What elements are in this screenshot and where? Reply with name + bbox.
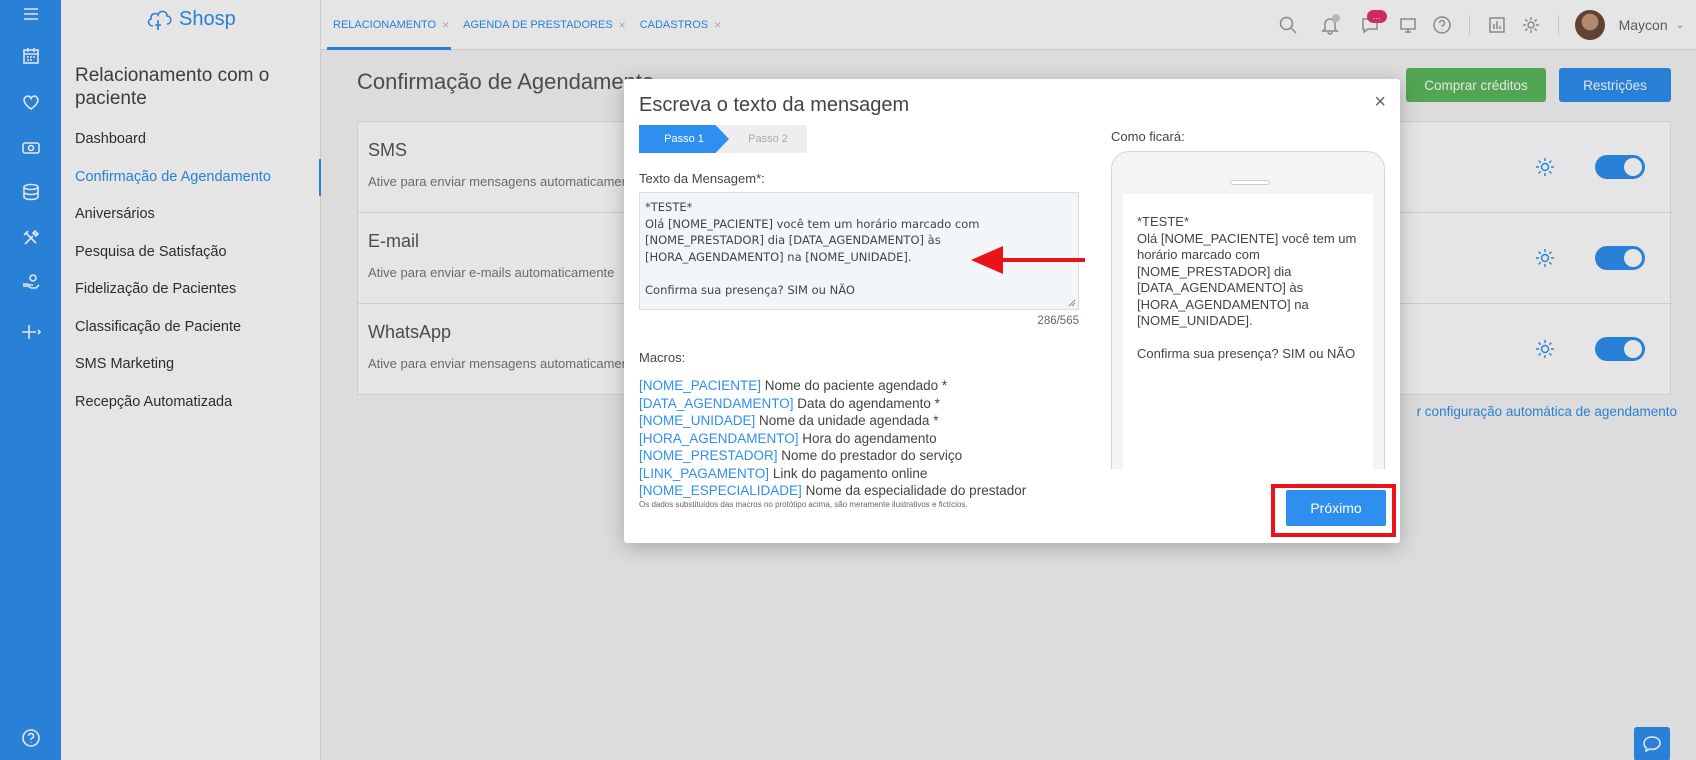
macro-item: [NOME_PACIENTE] Nome do paciente agendad… [639, 377, 1026, 395]
character-counter: 286/565 [1037, 315, 1079, 327]
macro-key[interactable]: [LINK_PAGAMENTO] [639, 466, 769, 481]
macro-desc: Link do pagamento online [772, 465, 928, 481]
macro-desc: Nome da especialidade do prestador [805, 483, 1027, 498]
macro-desc: Hora do agendamento [802, 430, 937, 446]
macro-desc: Nome da unidade agendada * [759, 413, 939, 428]
close-icon[interactable]: × [1374, 91, 1386, 114]
macro-item: [LINK_PAGAMENTO] Link do pagamento onlin… [639, 465, 1026, 483]
macro-desc: Nome do paciente agendado * [764, 378, 948, 393]
macro-desc: Data do agendamento * [797, 395, 940, 411]
macro-item: [DATA_AGENDAMENTO] Data do agendamento * [639, 395, 1026, 413]
macro-item: [HORA_AGENDAMENTO] Hora do agendamento [639, 430, 1026, 448]
macro-key[interactable]: [NOME_PRESTADOR] [639, 448, 778, 463]
message-label: Texto da Mensagem*: [639, 171, 765, 186]
modal-title: Escreva o texto da mensagem [639, 94, 910, 116]
preview-label: Como ficará: [1111, 129, 1185, 144]
macro-key[interactable]: [NOME_PACIENTE] [639, 378, 761, 393]
macros-label: Macros: [639, 350, 686, 365]
step-2[interactable]: Passo 2 [717, 125, 807, 153]
macros-list: [NOME_PACIENTE] Nome do paciente agendad… [639, 377, 1026, 500]
phone-preview: *TESTE* Olá [NOME_PACIENTE] você tem um … [1111, 151, 1385, 469]
highlight-box [1271, 484, 1396, 537]
preview-text: *TESTE* Olá [NOME_PACIENTE] você tem um … [1123, 194, 1373, 469]
message-modal: Escreva o texto da mensagem × Passo 1 Pa… [624, 79, 1400, 543]
step-indicator: Passo 1 Passo 2 [639, 125, 807, 153]
macro-item: [NOME_ESPECIALIDADE] Nome da especialida… [639, 482, 1026, 500]
macro-key[interactable]: [NOME_UNIDADE] [639, 413, 755, 428]
macro-key[interactable]: [NOME_ESPECIALIDADE] [639, 483, 802, 498]
macro-key[interactable]: [HORA_AGENDAMENTO] [639, 431, 799, 446]
macros-footnote: Os dados substituídos das macros no prot… [639, 500, 968, 509]
macro-key[interactable]: [DATA_AGENDAMENTO] [639, 396, 794, 411]
macro-item: [NOME_PRESTADOR] Nome do prestador do se… [639, 447, 1026, 465]
resize-handle-icon[interactable] [1066, 297, 1076, 307]
step-1[interactable]: Passo 1 [639, 125, 729, 153]
red-arrow-icon [971, 246, 1085, 274]
macro-desc: Nome do prestador do serviço [781, 448, 963, 463]
phone-speaker [1230, 180, 1270, 185]
macro-item: [NOME_UNIDADE] Nome da unidade agendada … [639, 412, 1026, 430]
